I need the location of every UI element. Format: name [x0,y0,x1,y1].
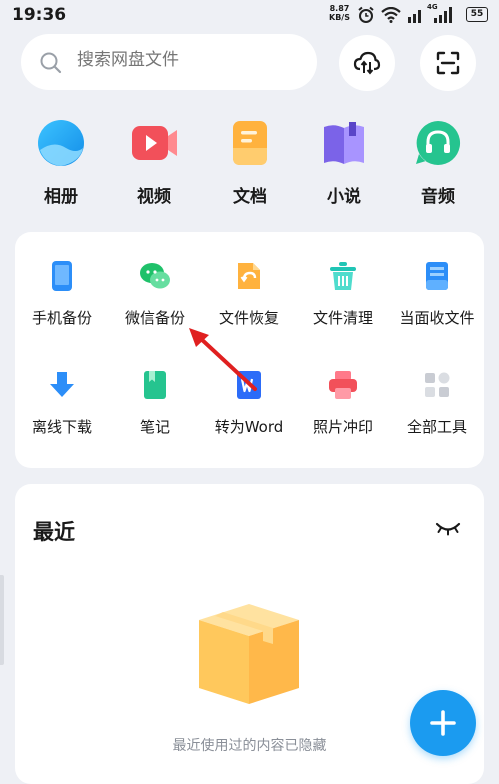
wechat-backup-icon [138,259,172,293]
tool-photo-print[interactable]: 照片冲印 [293,368,393,437]
phone-backup-icon [45,259,79,293]
audio-icon [413,118,463,168]
notes-icon [138,368,172,402]
category-document[interactable]: 文档 [210,118,290,207]
category-album[interactable]: 相册 [21,118,101,207]
category-novel[interactable]: 小说 [304,118,384,207]
plus-icon [430,710,456,736]
document-icon [225,118,275,168]
status-bar: 19:36 8.87 KB/S 4G 55 [0,0,499,30]
search-input[interactable] [77,50,297,70]
category-video[interactable]: 视频 [114,118,194,207]
category-label: 小说 [327,187,361,207]
category-label: 文档 [233,187,267,207]
cloud-transfer-button[interactable] [339,35,395,91]
offline-download-icon [45,368,79,402]
hide-eye-icon[interactable] [435,521,461,537]
cloud-transfer-icon [353,51,381,75]
search-icon [40,52,62,74]
network-speed: 8.87 KB/S [329,4,350,22]
tool-phone-backup[interactable]: 手机备份 [12,259,112,328]
add-button[interactable] [410,690,476,756]
status-time: 19:36 [12,5,67,25]
video-icon [129,118,179,168]
receive-file-icon [420,259,454,293]
search-bar[interactable] [21,34,317,90]
recent-title: 最近 [33,520,75,544]
alarm-icon [358,6,374,23]
battery-icon: 55 [466,7,488,22]
tool-offline-download[interactable]: 离线下载 [12,368,112,437]
file-cleanup-icon [326,259,360,293]
signal-icon-2 [434,7,452,23]
scan-button[interactable] [420,35,476,91]
signal-icon [408,10,421,23]
photo-print-icon [326,368,360,402]
empty-box-illustration [199,604,299,704]
category-label: 音频 [421,187,455,207]
wifi-icon [381,7,401,23]
tool-receive-file[interactable]: 当面收文件 [387,259,487,328]
tool-file-cleanup[interactable]: 文件清理 [293,259,393,328]
album-icon [36,118,86,168]
edge-handle[interactable] [0,575,4,665]
category-label: 视频 [137,187,171,207]
novel-icon [319,118,369,168]
tool-wechat-backup[interactable]: 微信备份 [105,259,205,328]
category-label: 相册 [44,187,78,207]
annotation-arrow [189,328,257,391]
scan-icon [436,51,460,75]
all-tools-icon [420,368,454,402]
category-audio[interactable]: 音频 [398,118,478,207]
tool-all-tools[interactable]: 全部工具 [387,368,487,437]
file-recovery-icon [232,259,266,293]
tool-file-recovery[interactable]: 文件恢复 [199,259,299,328]
